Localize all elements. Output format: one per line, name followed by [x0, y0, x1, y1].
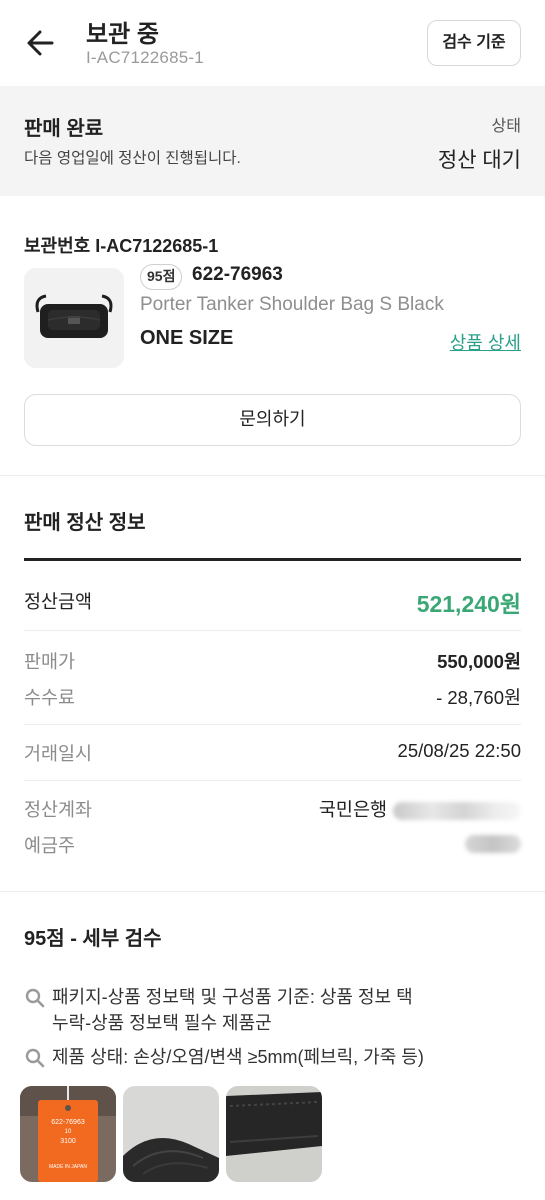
storage-number: 보관번호 I-AC7122685-1 — [24, 236, 219, 256]
strap-photo-image — [123, 1086, 219, 1182]
inspection-section: 95점 - 세부 검수 패키지-상품 정보택 및 구성품 기준: 상품 정보 택… — [0, 892, 545, 1200]
product-size: ONE SIZE — [140, 327, 234, 349]
page-subtitle: I-AC7122685-1 — [86, 48, 204, 67]
svg-text:10: 10 — [65, 1129, 72, 1135]
inspection-photo-tag[interactable]: 622-76963 10 3100 MADE IN JAPAN — [20, 1086, 116, 1182]
inspection-item-line2: 누락-상품 정보택 필수 제품군 — [52, 1013, 272, 1033]
inspection-photo-edge[interactable] — [226, 1086, 322, 1182]
tag-photo-image: 622-76963 10 3100 MADE IN JAPAN — [20, 1086, 116, 1182]
inspection-title: 95점 - 세부 검수 — [24, 928, 162, 950]
inspection-criteria-button[interactable]: 검수 기준 — [427, 20, 521, 66]
account-value: 국민은행 — [319, 796, 521, 822]
amount-label: 정산금액 — [24, 591, 93, 612]
bag-image — [24, 268, 124, 368]
status-title: 판매 완료 — [24, 118, 104, 140]
amount-value: 521,240원 — [416, 591, 521, 617]
magnifier-icon — [25, 1048, 45, 1068]
settlement-title: 판매 정산 정보 — [24, 512, 146, 534]
holder-value — [465, 832, 521, 854]
model-number: 622-76963 — [192, 264, 283, 285]
fee-value: - 28,760원 — [436, 687, 521, 708]
svg-text:3100: 3100 — [60, 1138, 76, 1145]
inspection-item-line1: 제품 상태: 손상/오염/변색 ≥5mm(페브릭, 가죽 등) — [52, 1047, 424, 1067]
status-description: 다음 영업일에 정산이 진행됩니다. — [24, 150, 241, 167]
account-label: 정산계좌 — [24, 799, 93, 820]
inquiry-button[interactable]: 문의하기 — [24, 394, 521, 446]
row-divider — [24, 780, 521, 781]
product-thumbnail[interactable] — [24, 268, 124, 368]
date-label: 거래일시 — [24, 743, 93, 764]
product-name: Porter Tanker Shoulder Bag S Black — [140, 294, 444, 315]
date-value: 25/08/25 22:50 — [397, 740, 521, 761]
sale-price-value: 550,000원 — [437, 651, 521, 672]
inspection-item: 제품 상태: 손상/오염/변색 ≥5mm(페브릭, 가죽 등) — [24, 1044, 521, 1070]
inspection-item-line1: 패키지-상품 정보택 및 구성품 기준: 상품 정보 택 — [52, 987, 413, 1007]
grade-badge: 95점 — [140, 264, 183, 290]
masked-holder-name — [465, 835, 521, 854]
svg-text:622-76963: 622-76963 — [51, 1119, 85, 1126]
svg-text:MADE IN JAPAN: MADE IN JAPAN — [49, 1164, 87, 1170]
status-label: 상태 — [491, 118, 521, 135]
page-title: 보관 중 — [86, 21, 159, 48]
back-arrow-icon[interactable] — [22, 24, 60, 62]
status-banner: 판매 완료 다음 영업일에 정산이 진행됩니다. 상태 정산 대기 — [0, 86, 545, 196]
product-detail-link[interactable]: 상품 상세 — [450, 329, 521, 355]
settlement-section: 판매 정산 정보 정산금액 521,240원 판매가 550,000원 수수료 … — [0, 476, 545, 892]
account-bank: 국민은행 — [318, 799, 387, 820]
inspection-item: 패키지-상품 정보택 및 구성품 기준: 상품 정보 택 누락-상품 정보택 필… — [24, 984, 521, 1036]
sale-price-label: 판매가 — [24, 651, 76, 672]
fee-label: 수수료 — [24, 687, 76, 708]
status-value: 정산 대기 — [437, 149, 521, 172]
edge-photo-image — [226, 1086, 322, 1182]
app-header: 보관 중 I-AC7122685-1 검수 기준 — [0, 0, 545, 86]
row-divider — [24, 724, 521, 725]
masked-account-number — [393, 802, 521, 821]
product-section: 보관번호 I-AC7122685-1 95점 622-76963 Porter … — [0, 196, 545, 476]
magnifier-icon — [25, 988, 45, 1008]
holder-label: 예금주 — [24, 835, 76, 856]
row-divider — [24, 630, 521, 631]
inspection-photo-strap[interactable] — [123, 1086, 219, 1182]
section-divider — [24, 558, 521, 561]
